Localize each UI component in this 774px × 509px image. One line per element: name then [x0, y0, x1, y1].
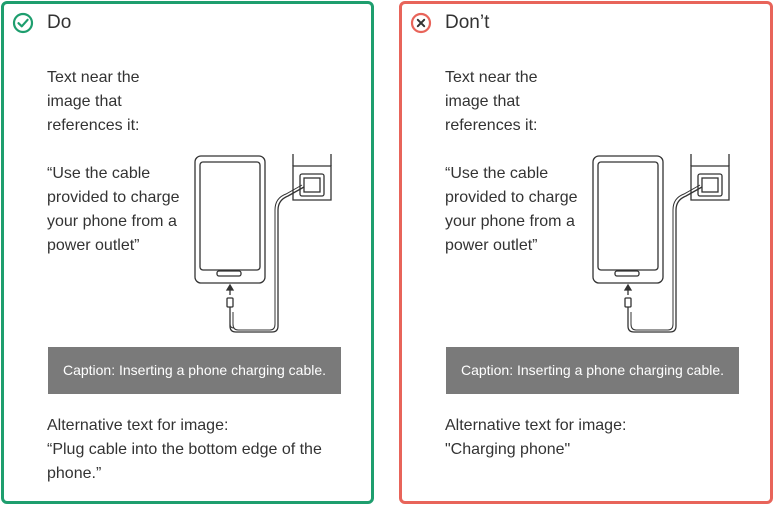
alt-text: Alternative text for image: "Charging ph…: [445, 417, 627, 458]
caption-box: Caption: Inserting a phone charging cabl…: [446, 347, 739, 394]
panel-title: Don’t: [445, 12, 490, 33]
do-panel: Do Text near the image that references i…: [1, 1, 374, 504]
quote-text: “Use the cable provided to charge your p…: [445, 165, 578, 254]
phone-charging-illustration: [194, 154, 332, 333]
caption-box: Caption: Inserting a phone charging cabl…: [48, 347, 341, 394]
intro-text: Text near the image that references it:: [47, 69, 140, 134]
x-circle-icon: [410, 12, 432, 34]
alt-text: Alternative text for image: “Plug cable …: [47, 417, 322, 482]
panel-title: Do: [47, 12, 72, 33]
intro-text: Text near the image that references it:: [445, 69, 538, 134]
dont-panel: Don’t Text near the image that reference…: [399, 1, 773, 504]
phone-charging-illustration: [592, 154, 730, 333]
check-circle-icon: [12, 12, 34, 34]
quote-text: “Use the cable provided to charge your p…: [47, 165, 180, 254]
